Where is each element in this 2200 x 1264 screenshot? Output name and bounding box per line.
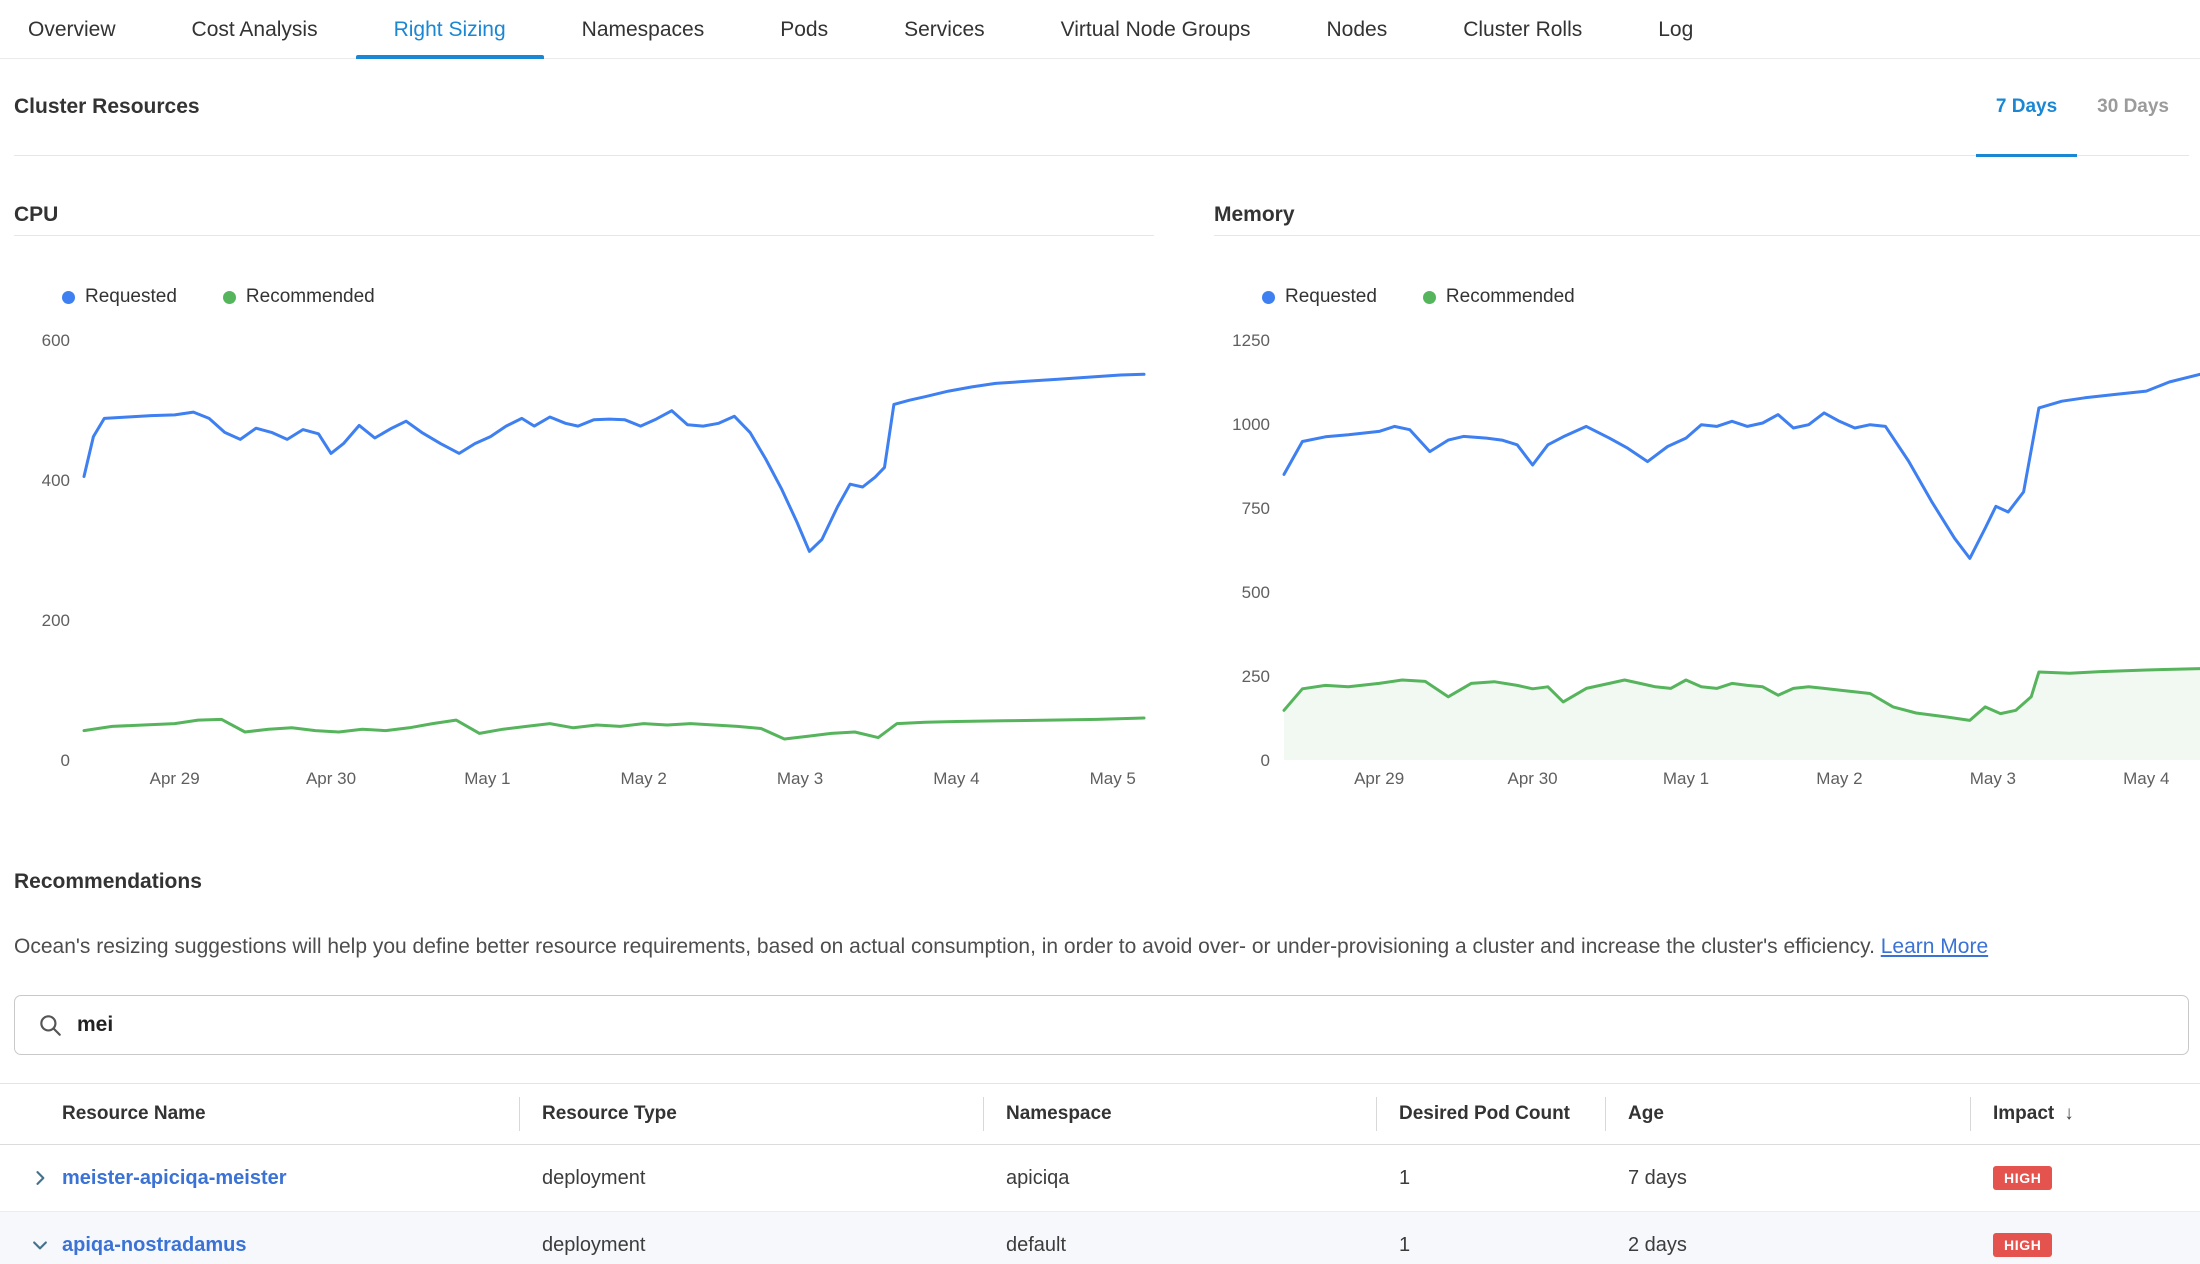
memory-chart-legend: Requested Recommended	[1262, 286, 2200, 308]
cluster-resources-title: Cluster Resources	[14, 95, 200, 119]
svg-text:May 2: May 2	[1816, 769, 1862, 788]
column-header-resource-name[interactable]: Resource Name	[0, 1084, 519, 1144]
tab-services[interactable]: Services	[866, 0, 1023, 59]
time-range-toggle: 7 Days 30 Days	[1976, 59, 2189, 156]
recommendations-description: Ocean's resizing suggestions will help y…	[14, 932, 2189, 961]
search-box	[14, 995, 2189, 1055]
age-cell: 2 days	[1605, 1212, 1970, 1264]
range-7-days-button[interactable]: 7 Days	[1976, 59, 2077, 156]
search-input[interactable]	[77, 1013, 2166, 1037]
sort-descending-icon[interactable]: ↓	[2064, 1103, 2074, 1125]
namespace-cell: apiciqa	[983, 1145, 1376, 1211]
svg-text:1000: 1000	[1232, 415, 1270, 434]
legend-label: Recommended	[1446, 286, 1575, 308]
svg-text:May 1: May 1	[1663, 769, 1709, 788]
tab-virtual-node-groups[interactable]: Virtual Node Groups	[1023, 0, 1289, 59]
tab-cluster-rolls[interactable]: Cluster Rolls	[1425, 0, 1620, 59]
legend-label: Recommended	[246, 286, 375, 308]
recommended-legend-dot-icon	[1423, 291, 1436, 304]
svg-text:Apr 29: Apr 29	[150, 769, 200, 788]
resource-name-link[interactable]: meister-apiciqa-meister	[62, 1167, 287, 1190]
namespace-cell: default	[983, 1212, 1376, 1264]
tab-namespaces[interactable]: Namespaces	[544, 0, 743, 59]
cpu-chart-panel: CPU Requested Recommended 0 200 400 600 Apr …	[14, 203, 1154, 792]
legend-item-requested: Requested	[62, 286, 177, 308]
cpu-line-chart: 0 200 400 600 Apr 29 Apr 30 May 1 May 2 May 3 May…	[14, 320, 1154, 792]
recommended-legend-dot-icon	[223, 291, 236, 304]
svg-text:May 2: May 2	[621, 769, 667, 788]
desired-pod-count-cell: 1	[1376, 1212, 1605, 1264]
recommendations-title: Recommendations	[14, 870, 2189, 894]
svg-text:750: 750	[1242, 499, 1270, 518]
resource-type-cell: deployment	[519, 1145, 983, 1211]
tab-nodes[interactable]: Nodes	[1289, 0, 1426, 59]
resource-name-link[interactable]: apiqa-nostradamus	[62, 1234, 246, 1257]
legend-item-recommended: Recommended	[223, 286, 375, 308]
recommendations-table: Resource Name Resource Type Namespace De…	[0, 1083, 2200, 1264]
svg-text:200: 200	[42, 611, 70, 630]
tab-cost-analysis[interactable]: Cost Analysis	[154, 0, 356, 59]
desired-pod-count-cell: 1	[1376, 1145, 1605, 1211]
memory-chart-panel: Memory Requested Recommended 0 250 500 750 1…	[1214, 203, 2200, 792]
svg-text:May 3: May 3	[1970, 769, 2016, 788]
tab-overview[interactable]: Overview	[0, 0, 154, 59]
resource-type-cell: deployment	[519, 1212, 983, 1264]
cpu-chart-title: CPU	[14, 203, 1154, 236]
impact-header-label: Impact	[1993, 1103, 2054, 1125]
search-icon	[37, 1012, 63, 1038]
svg-text:May 4: May 4	[933, 769, 979, 788]
memory-chart-title: Memory	[1214, 203, 2200, 236]
svg-text:May 5: May 5	[1090, 769, 1136, 788]
column-header-resource-type[interactable]: Resource Type	[519, 1084, 983, 1144]
svg-text:Apr 30: Apr 30	[1508, 769, 1558, 788]
column-header-age[interactable]: Age	[1605, 1084, 1970, 1144]
chevron-right-icon[interactable]	[30, 1168, 50, 1188]
tab-log[interactable]: Log	[1620, 0, 1731, 59]
impact-high-badge: HIGH	[1993, 1233, 2052, 1257]
svg-text:May 3: May 3	[777, 769, 823, 788]
table-row: meister-apiciqa-meister deployment apici…	[0, 1145, 2200, 1212]
learn-more-link[interactable]: Learn More	[1881, 935, 1988, 958]
legend-item-recommended: Recommended	[1423, 286, 1575, 308]
tab-pods[interactable]: Pods	[742, 0, 866, 59]
age-cell: 7 days	[1605, 1145, 1970, 1211]
svg-text:Apr 30: Apr 30	[306, 769, 356, 788]
table-row: apiqa-nostradamus deployment default 1 2…	[0, 1212, 2200, 1264]
svg-text:0: 0	[1261, 751, 1270, 770]
svg-text:250: 250	[1242, 667, 1270, 686]
recommendations-section: Recommendations Ocean's resizing suggest…	[14, 870, 2189, 1264]
range-30-days-button[interactable]: 30 Days	[2077, 59, 2189, 156]
svg-text:May 1: May 1	[464, 769, 510, 788]
legend-item-requested: Requested	[1262, 286, 1377, 308]
recommendations-description-text: Ocean's resizing suggestions will help y…	[14, 935, 1875, 958]
memory-line-chart: 0 250 500 750 1000 1250 Apr 29 Apr 30 May 1 May 2…	[1214, 320, 2200, 792]
requested-legend-dot-icon	[1262, 291, 1275, 304]
svg-text:1250: 1250	[1232, 331, 1270, 350]
column-header-namespace[interactable]: Namespace	[983, 1084, 1376, 1144]
top-nav: Overview Cost Analysis Right Sizing Name…	[0, 0, 2200, 59]
column-header-desired-pod-count[interactable]: Desired Pod Count	[1376, 1084, 1605, 1144]
legend-label: Requested	[85, 286, 177, 308]
svg-text:Apr 29: Apr 29	[1354, 769, 1404, 788]
svg-text:400: 400	[42, 471, 70, 490]
svg-text:0: 0	[61, 751, 70, 770]
svg-text:600: 600	[42, 331, 70, 350]
column-header-impact[interactable]: Impact ↓	[1970, 1084, 2200, 1144]
charts-row: CPU Requested Recommended 0 200 400 600 Apr …	[14, 203, 2200, 792]
tab-right-sizing[interactable]: Right Sizing	[356, 0, 544, 59]
impact-high-badge: HIGH	[1993, 1166, 2052, 1190]
requested-legend-dot-icon	[62, 291, 75, 304]
table-header-row: Resource Name Resource Type Namespace De…	[0, 1083, 2200, 1145]
chevron-down-icon[interactable]	[30, 1235, 50, 1255]
cluster-resources-header: Cluster Resources 7 Days 30 Days	[14, 59, 2189, 156]
legend-label: Requested	[1285, 286, 1377, 308]
svg-text:May 4: May 4	[2123, 769, 2169, 788]
cpu-chart-legend: Requested Recommended	[62, 286, 1154, 308]
svg-text:500: 500	[1242, 583, 1270, 602]
